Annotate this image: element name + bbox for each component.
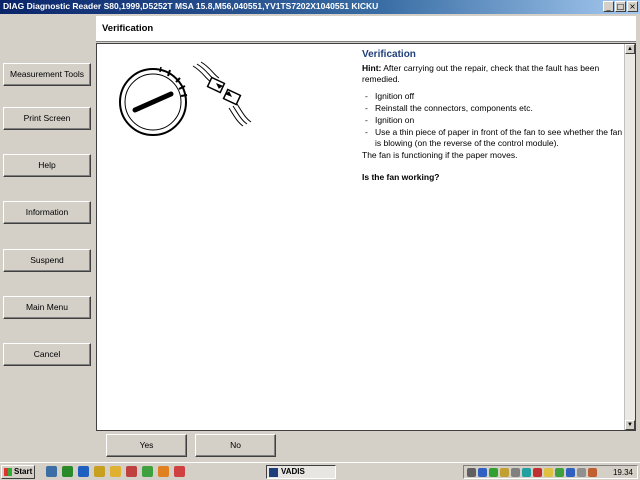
tray-icon[interactable] bbox=[533, 467, 542, 477]
title-bar: DIAG Diagnostic Reader S80,1999,D5252T M… bbox=[0, 0, 640, 14]
print-screen-button[interactable]: Print Screen bbox=[3, 107, 91, 130]
information-button[interactable]: Information bbox=[3, 201, 91, 224]
task-label: VADIS bbox=[281, 467, 305, 476]
content-heading: Verification bbox=[362, 49, 416, 60]
page-title: Verification bbox=[102, 23, 154, 34]
media-icon[interactable] bbox=[158, 466, 169, 477]
vertical-scrollbar[interactable]: ▲ ▼ bbox=[624, 44, 635, 430]
instructions: Verification Hint: After carrying out th… bbox=[362, 49, 624, 183]
connector-disconnect-icon bbox=[192, 61, 252, 127]
cancel-button[interactable]: Cancel bbox=[3, 343, 91, 366]
start-label: Start bbox=[14, 467, 33, 476]
close-button[interactable]: × bbox=[627, 1, 638, 12]
hint-label: Hint: bbox=[362, 63, 382, 73]
tray-icon[interactable] bbox=[588, 467, 597, 477]
left-nav: Measurement Tools Print Screen Help Info… bbox=[0, 14, 95, 460]
tray-icon[interactable] bbox=[555, 467, 564, 477]
window-controls: _ □ × bbox=[603, 1, 638, 12]
tray-icon[interactable] bbox=[467, 467, 476, 477]
scroll-up-icon[interactable]: ▲ bbox=[625, 44, 635, 54]
steps-list: Ignition off Reinstall the connectors, c… bbox=[365, 91, 624, 149]
question-text: Is the fan working? bbox=[362, 172, 440, 182]
hint-paragraph: Hint: After carrying out the repair, che… bbox=[362, 63, 624, 85]
page-header: Verification bbox=[96, 16, 636, 42]
tray-icon[interactable] bbox=[577, 467, 586, 477]
scroll-down-icon[interactable]: ▼ bbox=[625, 420, 635, 430]
ignition-switch-icon bbox=[119, 66, 188, 136]
list-item: Ignition off bbox=[365, 91, 624, 102]
ignition-illustration bbox=[119, 61, 252, 136]
clock: 19.34 bbox=[612, 467, 633, 477]
list-item: Ignition on bbox=[365, 115, 624, 126]
tray-icon[interactable] bbox=[478, 467, 487, 477]
maximize-button[interactable]: □ bbox=[615, 1, 626, 12]
tray-icon[interactable] bbox=[544, 467, 553, 477]
measurement-tools-button[interactable]: Measurement Tools bbox=[3, 63, 91, 86]
tray-icon[interactable] bbox=[500, 467, 509, 477]
list-item: Use a thin piece of paper in front of th… bbox=[365, 127, 624, 149]
desktop-icon[interactable] bbox=[46, 466, 57, 477]
start-button[interactable]: Start bbox=[1, 465, 35, 479]
yes-button[interactable]: Yes bbox=[106, 434, 187, 457]
suspend-button[interactable]: Suspend bbox=[3, 249, 91, 272]
tray-icon[interactable] bbox=[566, 467, 575, 477]
system-tray: 19.34 bbox=[463, 465, 638, 479]
main-menu-button[interactable]: Main Menu bbox=[3, 296, 91, 319]
folder-icon[interactable] bbox=[94, 466, 105, 477]
content-panel: Verification Hint: After carrying out th… bbox=[96, 43, 636, 431]
window-title: DIAG Diagnostic Reader S80,1999,D5252T M… bbox=[3, 1, 379, 11]
result-note: The fan is functioning if the paper move… bbox=[362, 150, 518, 160]
taskbar-item-vadis[interactable]: VADIS bbox=[266, 465, 336, 479]
tray-icon[interactable] bbox=[511, 467, 520, 477]
no-button[interactable]: No bbox=[195, 434, 276, 457]
start-flag-icon bbox=[4, 468, 12, 476]
tools-icon[interactable] bbox=[126, 466, 137, 477]
app-icon[interactable] bbox=[62, 466, 73, 477]
hint-text: After carrying out the repair, check tha… bbox=[362, 63, 600, 84]
chrome-icon[interactable] bbox=[174, 466, 185, 477]
smiley-icon[interactable] bbox=[110, 466, 121, 477]
browser-icon[interactable] bbox=[78, 466, 89, 477]
list-item: Reinstall the connectors, components etc… bbox=[365, 103, 624, 114]
help-button[interactable]: Help bbox=[3, 154, 91, 177]
minimize-button[interactable]: _ bbox=[603, 1, 614, 12]
vadis-icon bbox=[269, 468, 278, 477]
quick-launch bbox=[46, 466, 185, 477]
app-icon[interactable] bbox=[142, 466, 153, 477]
taskbar: Start VADIS 19.34 bbox=[0, 462, 640, 480]
tray-icon[interactable] bbox=[522, 467, 531, 477]
tray-icon[interactable] bbox=[489, 467, 498, 477]
